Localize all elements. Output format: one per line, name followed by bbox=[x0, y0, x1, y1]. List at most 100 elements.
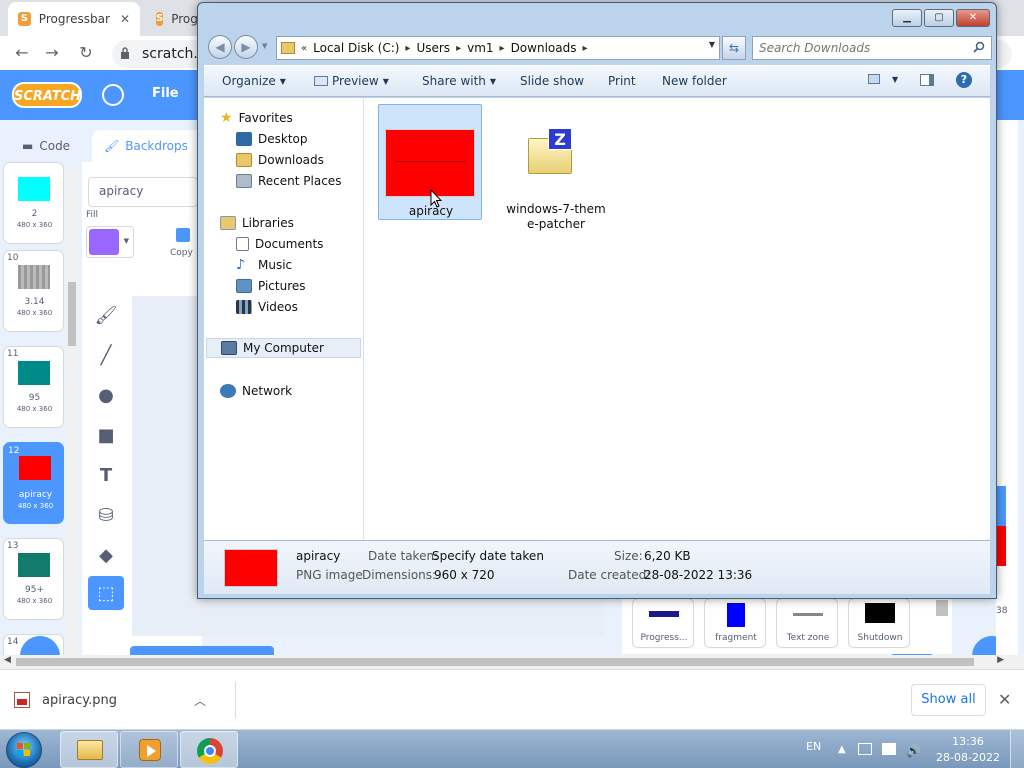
nav-favorites[interactable]: ★ Favorites bbox=[220, 108, 293, 128]
show-hidden-icons-icon[interactable]: ▲ bbox=[838, 744, 848, 755]
file-menu[interactable]: File bbox=[152, 86, 179, 101]
network-disconnected-icon[interactable] bbox=[882, 743, 896, 755]
explorer-address-bar[interactable]: « Local Disk (C:) ▸ Users ▸ vm1 ▸ Downlo… bbox=[276, 36, 720, 60]
nav-libraries[interactable]: Libraries bbox=[220, 213, 294, 233]
costume-item[interactable]: 11 95 480 x 360 bbox=[3, 346, 64, 428]
print-button[interactable]: Print bbox=[608, 74, 636, 88]
tab-code[interactable]: ▬ Code bbox=[10, 130, 86, 162]
close-tab-icon[interactable]: ✕ bbox=[120, 12, 130, 26]
chevron-up-icon[interactable]: ︿ bbox=[194, 692, 206, 709]
breadcrumb-local-disk[interactable]: Local Disk (C:) bbox=[313, 41, 399, 55]
organize-button[interactable]: Organize ▼ bbox=[222, 74, 286, 88]
volume-icon[interactable]: 🔊 bbox=[906, 744, 921, 758]
breadcrumb-vm1[interactable]: vm1 bbox=[467, 41, 493, 55]
language-indicator[interactable]: EN bbox=[806, 740, 821, 753]
nav-documents[interactable]: Documents bbox=[236, 234, 323, 254]
address-dropdown-icon[interactable]: ▼ bbox=[709, 40, 715, 49]
brush-tool-icon[interactable]: 🖌 bbox=[88, 298, 124, 332]
taskbar-media-player-button[interactable] bbox=[120, 731, 178, 768]
scratch-logo[interactable]: SCRATCH bbox=[12, 82, 82, 108]
code-icon: ▬ bbox=[22, 139, 34, 153]
sprite-tile[interactable]: Progress... bbox=[632, 598, 694, 648]
backdrop-count: 38 bbox=[996, 606, 1008, 616]
search-input[interactable] bbox=[753, 37, 953, 59]
minimize-button[interactable]: ▁ bbox=[892, 9, 922, 27]
preview-pane-button[interactable] bbox=[920, 74, 934, 86]
fill-tool-icon[interactable]: ⛁ bbox=[88, 498, 124, 532]
tab-backdrops[interactable]: 🖌 Backdrops bbox=[92, 130, 202, 162]
scrollbar-thumb[interactable] bbox=[68, 282, 76, 346]
globe-icon[interactable] bbox=[102, 84, 124, 106]
nav-music[interactable]: ♪ Music bbox=[236, 255, 292, 275]
file-name: windows-7-them e-patcher bbox=[504, 202, 608, 232]
scroll-right-icon[interactable]: ▶ bbox=[997, 655, 1004, 665]
rectangle-tool-icon[interactable]: ■ bbox=[88, 418, 124, 452]
nav-network[interactable]: Network bbox=[220, 381, 292, 401]
horizontal-scrollbar[interactable]: ◀ ▶ bbox=[0, 655, 1024, 669]
browser-tab-progressbar[interactable]: S Progressbar ✕ bbox=[8, 2, 140, 36]
maximize-button[interactable]: ▢ bbox=[924, 9, 954, 27]
text-tool-icon[interactable]: T bbox=[88, 458, 124, 492]
back-forward-buttons: ◀ ▶ ▼ bbox=[206, 34, 267, 60]
forward-arrow-icon[interactable]: → bbox=[42, 43, 62, 63]
costume-item-selected[interactable]: 12 apiracy 480 x 360 bbox=[3, 442, 64, 524]
sprite-tile[interactable]: Text zone bbox=[776, 598, 838, 648]
file-item-windows-7-theme-patcher[interactable]: Z windows-7-them e-patcher bbox=[504, 104, 608, 231]
system-clock[interactable]: 13:36 28-08-2022 bbox=[936, 734, 1000, 766]
nav-recent-places[interactable]: Recent Places bbox=[236, 171, 341, 191]
explorer-content: ★ Favorites Desktop Downloads Recent Pla… bbox=[204, 98, 990, 540]
search-icon[interactable] bbox=[973, 41, 985, 53]
chevron-right-icon[interactable]: ▸ bbox=[500, 43, 505, 54]
back-arrow-icon[interactable]: ← bbox=[12, 43, 32, 63]
change-view-button[interactable]: ▼ bbox=[868, 74, 898, 84]
taskbar-chrome-button[interactable] bbox=[180, 731, 238, 768]
chevron-right-icon[interactable]: ▸ bbox=[405, 43, 410, 54]
line-tool-icon[interactable]: ╱ bbox=[88, 338, 124, 372]
chevron-icon[interactable]: « bbox=[301, 43, 307, 54]
sprite-pane-scrollbar[interactable] bbox=[936, 600, 948, 616]
costume-name-input[interactable]: apiracy bbox=[88, 177, 198, 207]
costume-item[interactable]: 2 480 x 360 bbox=[3, 162, 64, 244]
download-item[interactable]: apiracy.png ︿ bbox=[14, 682, 236, 718]
costume-item[interactable]: 10 3.14 480 x 360 bbox=[3, 250, 64, 332]
costume-item[interactable]: 13 95+ 480 x 360 bbox=[3, 538, 64, 620]
recent-pages-chevron-icon[interactable]: ▼ bbox=[262, 42, 267, 50]
scroll-left-icon[interactable]: ◀ bbox=[4, 655, 11, 665]
forward-button[interactable]: ▶ bbox=[234, 35, 258, 59]
costume-list-scrollbar[interactable] bbox=[66, 170, 78, 660]
eraser-tool-icon[interactable]: ◆ bbox=[88, 538, 124, 572]
slide-show-button[interactable]: Slide show bbox=[520, 74, 584, 88]
refresh-button[interactable]: ⇆ bbox=[722, 36, 746, 60]
scrollbar-thumb[interactable] bbox=[16, 658, 974, 666]
close-shelf-icon[interactable]: ✕ bbox=[998, 690, 1011, 709]
close-window-button[interactable]: ✕ bbox=[956, 9, 990, 27]
action-center-icon[interactable] bbox=[858, 743, 872, 755]
nav-desktop[interactable]: Desktop bbox=[236, 129, 308, 149]
circle-tool-icon[interactable]: ● bbox=[88, 378, 124, 412]
reload-icon[interactable]: ↻ bbox=[76, 43, 96, 63]
chevron-right-icon[interactable]: ▸ bbox=[456, 43, 461, 54]
breadcrumb-downloads[interactable]: Downloads bbox=[511, 41, 577, 55]
help-button[interactable]: ? bbox=[956, 72, 972, 88]
new-folder-button[interactable]: New folder bbox=[662, 74, 727, 88]
nav-videos[interactable]: Videos bbox=[236, 297, 298, 317]
nav-pictures[interactable]: Pictures bbox=[236, 276, 306, 296]
breadcrumb-users[interactable]: Users bbox=[416, 41, 450, 55]
select-tool-icon[interactable]: ⬚ bbox=[88, 576, 124, 610]
fill-color-picker[interactable]: ▼ bbox=[86, 226, 134, 258]
back-button[interactable]: ◀ bbox=[208, 35, 232, 59]
copy-icon[interactable] bbox=[176, 228, 190, 242]
share-with-button[interactable]: Share with ▼ bbox=[422, 74, 496, 88]
show-all-button[interactable]: Show all bbox=[911, 684, 986, 716]
start-button[interactable] bbox=[6, 732, 42, 768]
taskbar-explorer-button[interactable] bbox=[60, 731, 118, 768]
nav-my-computer[interactable]: My Computer bbox=[206, 338, 361, 358]
date-taken-value[interactable]: Specify date taken bbox=[432, 549, 544, 563]
sprite-tile[interactable]: fragment bbox=[704, 598, 766, 648]
explorer-window: ▁ ▢ ✕ ◀ ▶ ▼ « Local Disk (C:) ▸ Users ▸ … bbox=[197, 2, 997, 599]
show-desktop-button[interactable] bbox=[1010, 730, 1024, 768]
nav-downloads[interactable]: Downloads bbox=[236, 150, 324, 170]
preview-button[interactable]: Preview ▼ bbox=[314, 74, 389, 88]
sprite-tile[interactable]: Shutdown bbox=[848, 598, 910, 648]
chevron-right-icon[interactable]: ▸ bbox=[582, 43, 587, 54]
